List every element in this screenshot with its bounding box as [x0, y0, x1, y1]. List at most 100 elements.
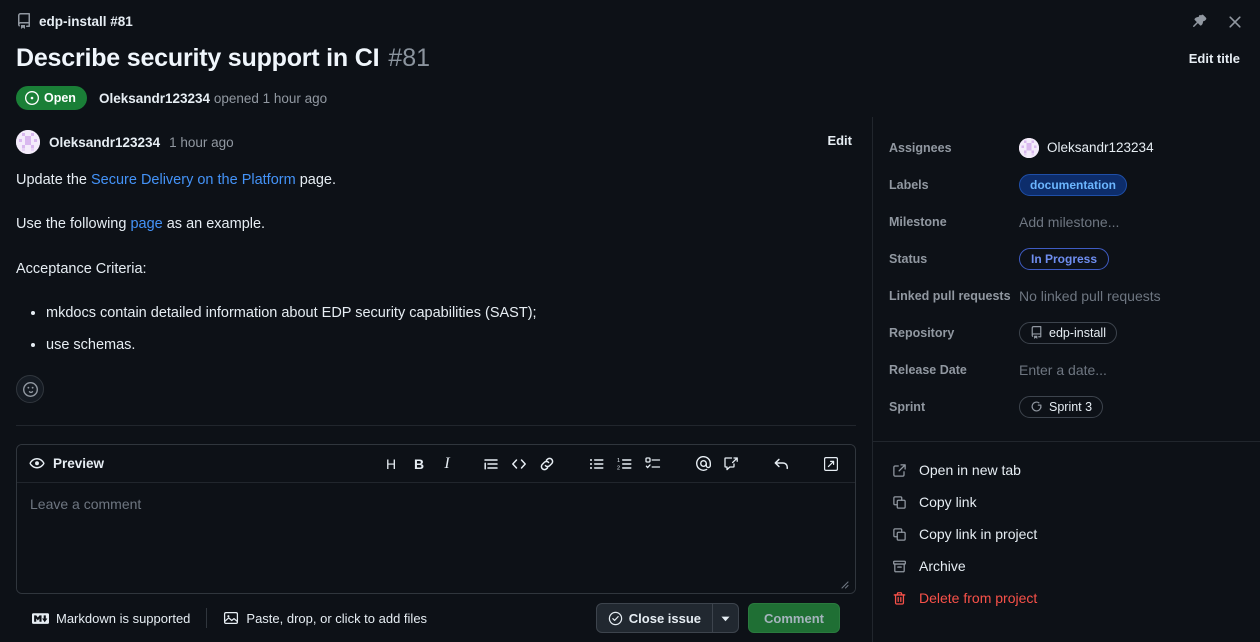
- status-chip-in-progress[interactable]: In Progress: [1019, 247, 1110, 270]
- smiley-icon[interactable]: [16, 375, 44, 404]
- page-title: Describe security support in CI #81: [16, 43, 1244, 74]
- attach-files-note[interactable]: Paste, drop, or click to add files: [223, 610, 427, 626]
- comment-button[interactable]: Comment: [748, 603, 840, 633]
- svg-text:2: 2: [617, 465, 620, 471]
- toolbar-group-fullscreen: [817, 450, 845, 478]
- status-badge-label: Open: [44, 91, 76, 105]
- unordered-list-icon[interactable]: [583, 450, 611, 478]
- reply-icon[interactable]: [767, 450, 795, 478]
- sidebar-field-status[interactable]: Status In Progress: [873, 240, 1260, 277]
- pin-icon[interactable]: [1188, 11, 1210, 33]
- menu-item-archive[interactable]: Archive: [873, 550, 1260, 582]
- code-icon[interactable]: [505, 450, 533, 478]
- saved-reply-icon[interactable]: [717, 450, 745, 478]
- avatar: [1019, 137, 1039, 158]
- comment-body: Update the Secure Delivery on the Platfo…: [16, 155, 856, 404]
- menu-item-copy-link[interactable]: Copy link: [873, 486, 1260, 518]
- copy-icon: [891, 526, 907, 542]
- sidebar-field-sprint[interactable]: Sprint Sprint 3: [873, 388, 1260, 425]
- iteration-icon: [1030, 400, 1043, 413]
- issue-body-split: Oleksandr123234 1 hour ago Edit Update t…: [0, 117, 1260, 642]
- task-list-icon[interactable]: [639, 450, 667, 478]
- page-link[interactable]: page: [130, 216, 162, 232]
- sidebar-field-value[interactable]: Enter a date...: [1019, 362, 1107, 378]
- sidebar-field-value[interactable]: Add milestone...: [1019, 214, 1119, 230]
- sidebar-field-value: edp-install: [1019, 321, 1117, 344]
- sidebar-field-assignees[interactable]: Assignees Oleksandr123234: [873, 129, 1260, 166]
- status-badge: Open: [16, 86, 87, 111]
- edit-comment-button[interactable]: Edit: [827, 133, 852, 148]
- chevron-down-icon[interactable]: [712, 604, 738, 632]
- list-item: mkdocs contain detailed information abou…: [46, 302, 856, 324]
- sidebar-field-label: Linked pull requests: [889, 288, 1011, 303]
- issue-description: Oleksandr123234 1 hour ago Edit Update t…: [0, 117, 872, 427]
- menu-item-open-in-new-tab[interactable]: Open in new tab: [873, 454, 1260, 486]
- repo-icon: [1030, 326, 1043, 339]
- menu-item-delete-from-project[interactable]: Delete from project: [873, 582, 1260, 614]
- issue-author: Oleksandr123234: [98, 90, 211, 106]
- issue-title-text: Describe security support in CI: [16, 44, 380, 72]
- repo-chip[interactable]: edp-install: [1019, 321, 1117, 344]
- breadcrumb[interactable]: edp-install #81: [16, 10, 1244, 32]
- iteration-chip[interactable]: Sprint 3: [1019, 395, 1104, 418]
- tab-preview-label: Preview: [53, 456, 105, 472]
- sidebar-field-milestone[interactable]: Milestone Add milestone...: [873, 203, 1260, 240]
- issue-sidebar: Assignees Oleksandr123234 Labels documen…: [872, 117, 1260, 642]
- ordered-list-icon[interactable]: 12: [611, 450, 639, 478]
- eye-icon: [29, 456, 45, 472]
- sidebar-field-value: In Progress: [1019, 247, 1110, 270]
- issue-open-icon: [25, 91, 39, 106]
- toolbar-group-insert: [689, 450, 745, 478]
- sidebar-field-release-date[interactable]: Release Date Enter a date...: [873, 351, 1260, 388]
- sidebar-field-repository[interactable]: Repository edp-install: [873, 314, 1260, 351]
- list-item: use schemas.: [46, 334, 856, 356]
- sidebar-field-value: No linked pull requests: [1019, 287, 1161, 304]
- comment-header: Oleksandr123234 1 hour ago: [16, 129, 856, 155]
- markdown-supported-label: Markdown is supported: [56, 610, 191, 626]
- close-issue-button[interactable]: Close issue: [597, 604, 712, 632]
- close-icon[interactable]: [1224, 11, 1246, 33]
- sidebar-menu: Open in new tab Copy link Copy link in p…: [873, 442, 1260, 614]
- editor-actions: Close issue Comment: [595, 603, 840, 633]
- issue-main-column: Oleksandr123234 1 hour ago Edit Update t…: [0, 117, 872, 642]
- bold-icon[interactable]: B: [405, 450, 433, 478]
- menu-item-label: Delete from project: [919, 590, 1038, 606]
- text: Use the following: [16, 216, 131, 233]
- issue-byline: Oleksandr123234 opened 1 hour ago: [99, 91, 327, 106]
- menu-item-copy-link-in-project[interactable]: Copy link in project: [873, 518, 1260, 550]
- issue-number: #81: [388, 44, 431, 72]
- toolbar-group-reply: [767, 450, 795, 478]
- text: Update the: [16, 172, 91, 188]
- comment-input-placeholder: Leave a comment: [30, 496, 142, 513]
- sidebar-field-label: Sprint: [889, 399, 926, 414]
- editor-toolbar: Preview H B I 1 2: [17, 445, 855, 484]
- link-icon[interactable]: [533, 450, 561, 478]
- sidebar-field-value: Oleksandr123234: [1019, 137, 1154, 158]
- text: as an example.: [162, 216, 266, 233]
- menu-item-label: Archive: [919, 558, 966, 574]
- edit-title-button[interactable]: Edit title: [1183, 47, 1246, 70]
- italic-icon[interactable]: I: [433, 450, 461, 478]
- assignee-name: Oleksandr123234: [1047, 140, 1154, 155]
- archive-icon: [891, 558, 907, 574]
- comment-input[interactable]: Leave a comment: [17, 483, 855, 593]
- check-circle-icon: [608, 611, 623, 626]
- markdown-supported-note[interactable]: Markdown is supported: [32, 610, 190, 627]
- comment-author[interactable]: Oleksandr123234: [49, 135, 160, 150]
- resize-grip-icon[interactable]: [838, 577, 850, 589]
- sidebar-field-label: Repository: [889, 325, 955, 340]
- mention-icon[interactable]: [689, 450, 717, 478]
- sidebar-field-label: Labels: [889, 177, 929, 192]
- label-chip-documentation[interactable]: documentation: [1019, 173, 1127, 196]
- sidebar-field-linked-prs[interactable]: Linked pull requests No linked pull requ…: [873, 277, 1260, 314]
- sidebar-field-labels[interactable]: Labels documentation: [873, 166, 1260, 203]
- quote-icon[interactable]: [477, 450, 505, 478]
- trash-icon: [891, 590, 907, 606]
- image-icon: [223, 610, 239, 626]
- issue-meta: Open Oleksandr123234 opened 1 hour ago: [16, 86, 1244, 111]
- tab-preview[interactable]: Preview: [29, 456, 104, 472]
- sidebar-field-label: Status: [889, 251, 928, 266]
- heading-icon[interactable]: H: [377, 450, 405, 478]
- secure-delivery-link[interactable]: Secure Delivery on the Platform: [91, 172, 296, 188]
- fullscreen-icon[interactable]: [817, 450, 845, 478]
